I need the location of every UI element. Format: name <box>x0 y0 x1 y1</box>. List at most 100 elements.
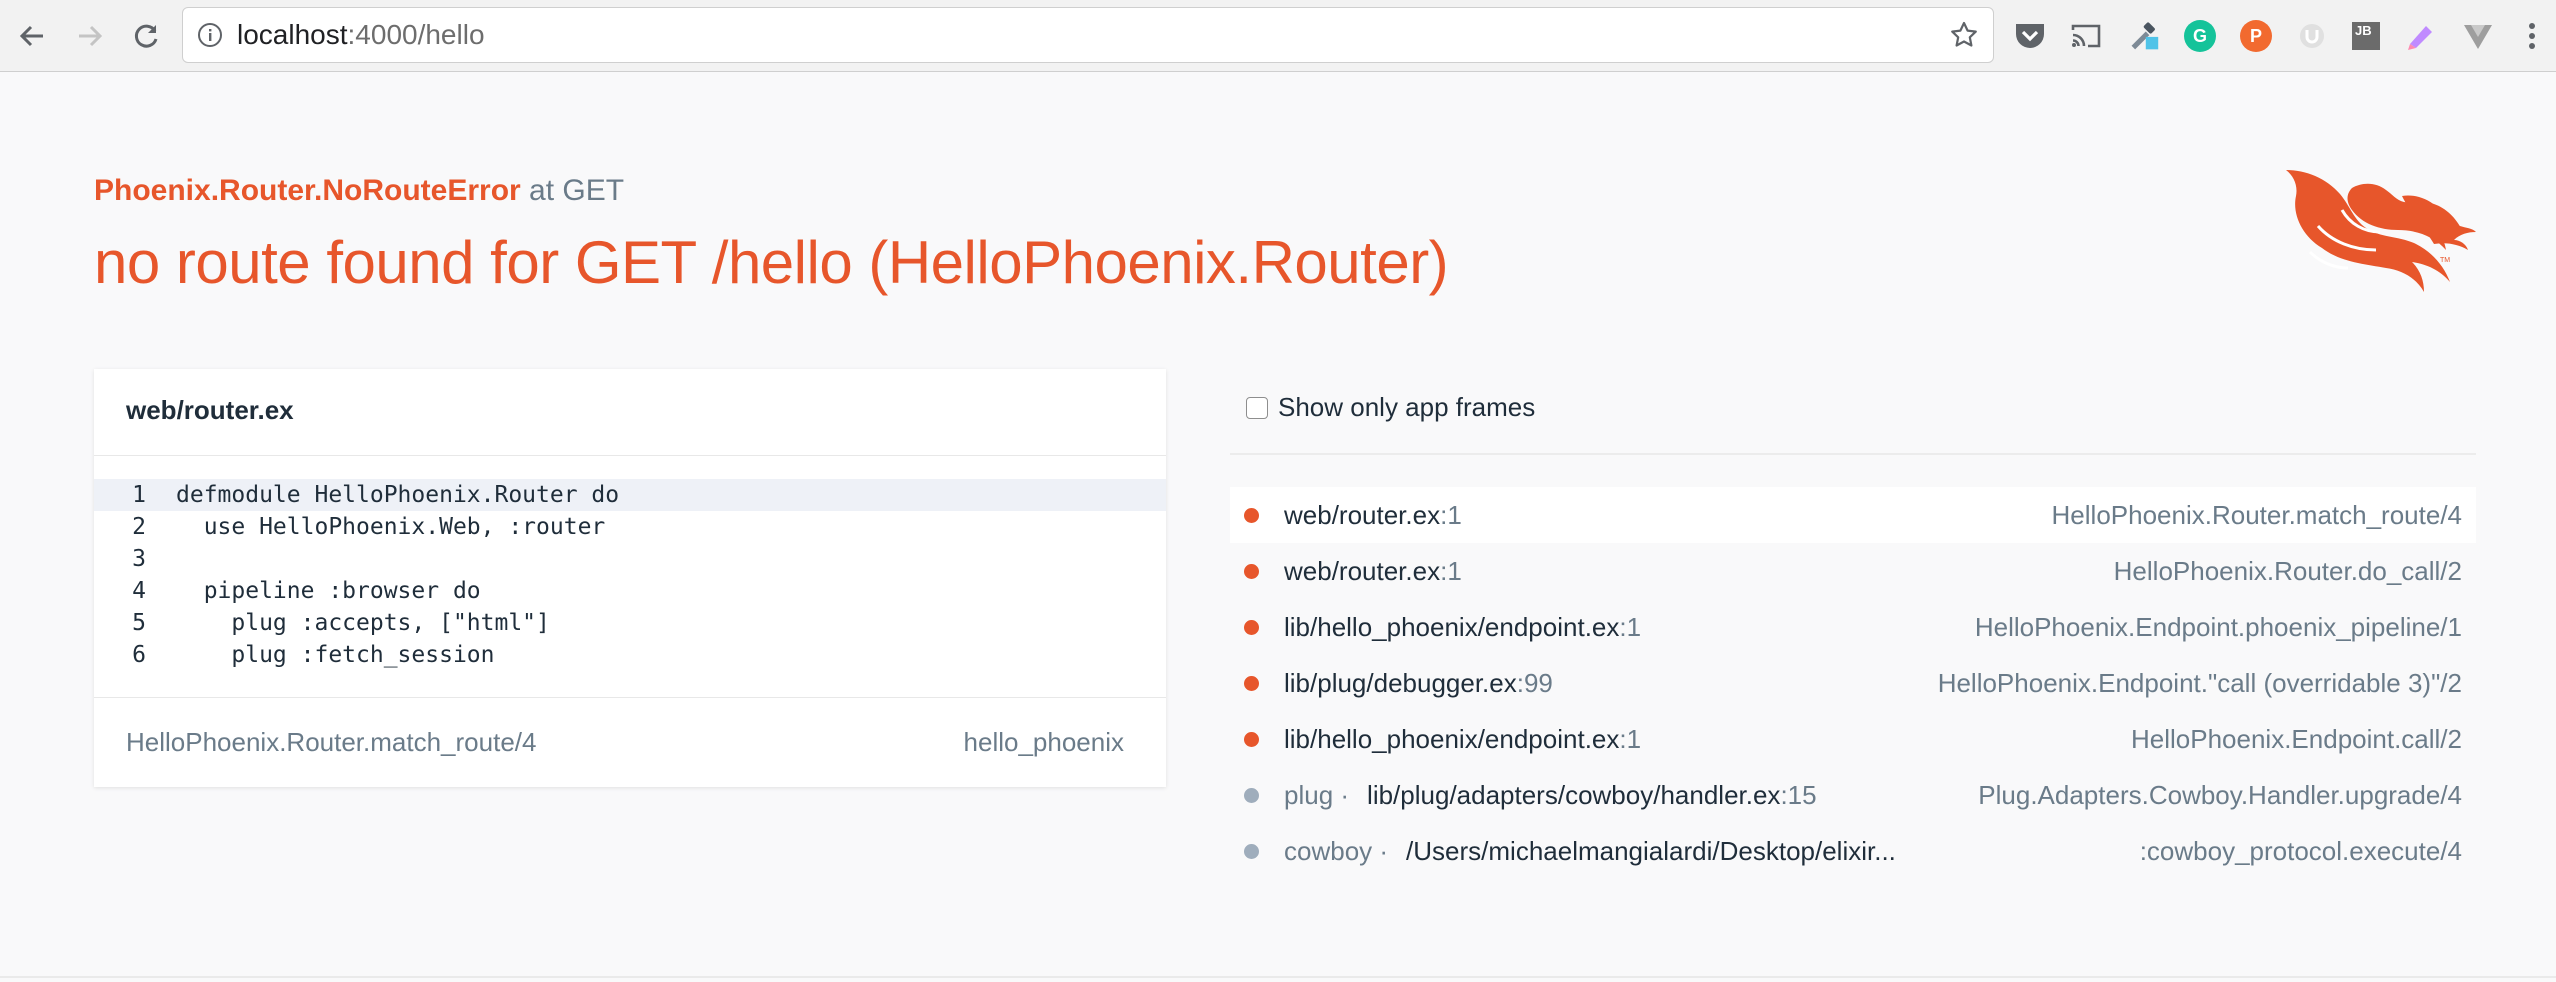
app-frames-toggle[interactable]: Show only app frames <box>1246 392 1535 423</box>
code-line: 1 defmodule HelloPhoenix.Router do <box>94 479 1166 511</box>
frame-file: lib/hello_phoenix/endpoint.ex <box>1284 724 1620 754</box>
url-host: localhost <box>237 19 348 50</box>
frame-location: web/router.ex:1 <box>1284 487 1462 543</box>
reload-icon[interactable] <box>126 16 166 56</box>
frame-dot-icon <box>1244 844 1259 859</box>
frame-line: :1 <box>1619 724 1642 754</box>
line-source: plug :fetch_session <box>176 642 495 668</box>
stack-frame[interactable]: plug · lib/plug/adapters/cowboy/handler.e… <box>1230 767 2476 823</box>
vue-devtools-icon[interactable] <box>2462 20 2494 52</box>
frame-function: :cowboy_protocol.execute/4 <box>2139 836 2462 866</box>
line-source: plug :accepts, ["html"] <box>176 610 550 636</box>
code-line: 6 plug :fetch_session <box>94 639 1166 671</box>
line-source: use HelloPhoenix.Web, :router <box>176 514 606 540</box>
url-path: :4000/hello <box>347 19 485 50</box>
more-menu-icon[interactable] <box>2516 20 2548 52</box>
frame-function: Plug.Adapters.Cowboy.Handler.upgrade/4 <box>1978 780 2462 810</box>
ublock-icon[interactable] <box>2296 20 2328 52</box>
frame-location: lib/hello_phoenix/endpoint.ex:1 <box>1284 599 1641 655</box>
frame-function: HelloPhoenix.Endpoint."call (overridable… <box>1937 668 2462 698</box>
frame-line: :15 <box>1780 780 1817 810</box>
code-function-name: HelloPhoenix.Router.match_route/4 <box>126 727 537 757</box>
extension-icon[interactable] <box>2404 20 2436 52</box>
line-number: 3 <box>132 546 146 572</box>
info-icon[interactable] <box>197 22 223 48</box>
stack-frame[interactable]: lib/hello_phoenix/endpoint.ex:1 HelloPhoe… <box>1230 711 2476 767</box>
producthunt-letter: P <box>2249 25 2262 46</box>
jetbrains-letters: JB <box>2352 22 2380 50</box>
phoenix-logo-icon: TM <box>2286 170 2476 292</box>
code-file-name: web/router.ex <box>126 395 294 425</box>
pocket-icon[interactable] <box>2014 20 2046 52</box>
frame-file: /Users/michaelmangialardi/Desktop/elixir… <box>1406 836 1896 866</box>
frame-file: lib/plug/debugger.ex <box>1284 668 1517 698</box>
frame-location: lib/plug/debugger.ex:99 <box>1284 655 1553 711</box>
line-number: 2 <box>132 514 146 540</box>
app-frames-checkbox[interactable] <box>1246 396 1268 419</box>
page-bottom-border <box>0 976 2556 978</box>
bookmark-star-icon[interactable] <box>1949 20 1979 50</box>
line-number: 1 <box>132 482 146 508</box>
color-picker-icon[interactable] <box>2128 20 2160 52</box>
frame-dot-icon <box>1244 508 1259 523</box>
stack-frame[interactable]: lib/hello_phoenix/endpoint.ex:1 HelloPhoe… <box>1230 599 2476 655</box>
grammarly-icon[interactable]: G <box>2184 20 2216 52</box>
frame-location: plug · lib/plug/adapters/cowboy/handler.e… <box>1284 767 1817 823</box>
svg-text:TM: TM <box>2440 257 2450 264</box>
code-snippet: 1 defmodule HelloPhoenix.Router do 2 use H… <box>94 479 1166 671</box>
error-at: at GET <box>520 174 625 207</box>
stack-frame[interactable]: web/router.ex:1 HelloPhoenix.Router.match… <box>1230 487 2476 543</box>
frame-dot-icon <box>1244 564 1259 579</box>
frame-function: HelloPhoenix.Router.do_call/2 <box>2113 556 2462 586</box>
cast-icon[interactable] <box>2070 20 2102 52</box>
code-line: 3 <box>94 543 1166 575</box>
stack-frame-list: web/router.ex:1 HelloPhoenix.Router.match… <box>1230 487 2476 879</box>
frame-location: web/router.ex:1 <box>1284 543 1462 599</box>
code-card: web/router.ex 1 defmodule HelloPhoenix.Ro… <box>94 369 1166 787</box>
line-source: pipeline :browser do <box>176 578 481 604</box>
browser-toolbar: localhost:4000/hello G P JB <box>0 0 2556 72</box>
frame-function: HelloPhoenix.Router.match_route/4 <box>2051 500 2462 530</box>
stack-frame[interactable]: web/router.ex:1 HelloPhoenix.Router.do_ca… <box>1230 543 2476 599</box>
frame-file: web/router.ex <box>1284 556 1441 586</box>
address-bar[interactable]: localhost:4000/hello <box>182 7 1994 63</box>
frame-line: :1 <box>1440 500 1462 530</box>
frame-dot-icon <box>1244 788 1259 803</box>
code-app-name: hello_phoenix <box>963 727 1124 757</box>
card-divider-top <box>94 455 1166 456</box>
frame-function: HelloPhoenix.Endpoint.call/2 <box>2131 724 2462 754</box>
forward-icon[interactable] <box>70 16 110 56</box>
card-divider-bottom <box>94 697 1166 698</box>
grammarly-letter: G <box>2192 25 2207 46</box>
producthunt-icon[interactable]: P <box>2240 20 2272 52</box>
error-message: no route found for GET /hello (HelloPhoe… <box>94 229 1449 296</box>
line-number: 5 <box>132 610 146 636</box>
code-line: 4 pipeline :browser do <box>94 575 1166 607</box>
frame-file: lib/hello_phoenix/endpoint.ex <box>1284 612 1620 642</box>
app-frames-label: Show only app frames <box>1278 392 1536 422</box>
stack-frame[interactable]: lib/plug/debugger.ex:99 HelloPhoenix.Endp… <box>1230 655 2476 711</box>
frame-location: cowboy · /Users/michaelmangialardi/Deskto… <box>1284 823 1896 879</box>
error-type: Phoenix.Router.NoRouteError <box>94 174 521 207</box>
frame-file: web/router.ex <box>1284 500 1441 530</box>
frame-dot-icon <box>1244 676 1259 691</box>
back-icon[interactable] <box>12 16 52 56</box>
line-number: 6 <box>132 642 146 668</box>
frame-app: cowboy · <box>1284 836 1389 866</box>
frame-location: lib/hello_phoenix/endpoint.ex:1 <box>1284 711 1641 767</box>
url-text[interactable]: localhost:4000/hello <box>237 8 485 62</box>
stack-frame[interactable]: cowboy · /Users/michaelmangialardi/Deskto… <box>1230 823 2476 879</box>
frame-dot-icon <box>1244 732 1259 747</box>
frames-divider <box>1230 453 2476 455</box>
frame-line: :99 <box>1516 668 1553 698</box>
code-line: 5 plug :accepts, ["html"] <box>94 607 1166 639</box>
jetbrains-icon[interactable]: JB <box>2350 20 2382 52</box>
frame-app: plug · <box>1284 780 1350 810</box>
frame-file: lib/plug/adapters/cowboy/handler.ex <box>1367 780 1781 810</box>
frame-line: :1 <box>1619 612 1642 642</box>
line-source: defmodule HelloPhoenix.Router do <box>176 482 620 508</box>
line-number: 4 <box>132 578 146 604</box>
frame-line: :1 <box>1440 556 1462 586</box>
code-line: 2 use HelloPhoenix.Web, :router <box>94 511 1166 543</box>
frame-dot-icon <box>1244 620 1259 635</box>
